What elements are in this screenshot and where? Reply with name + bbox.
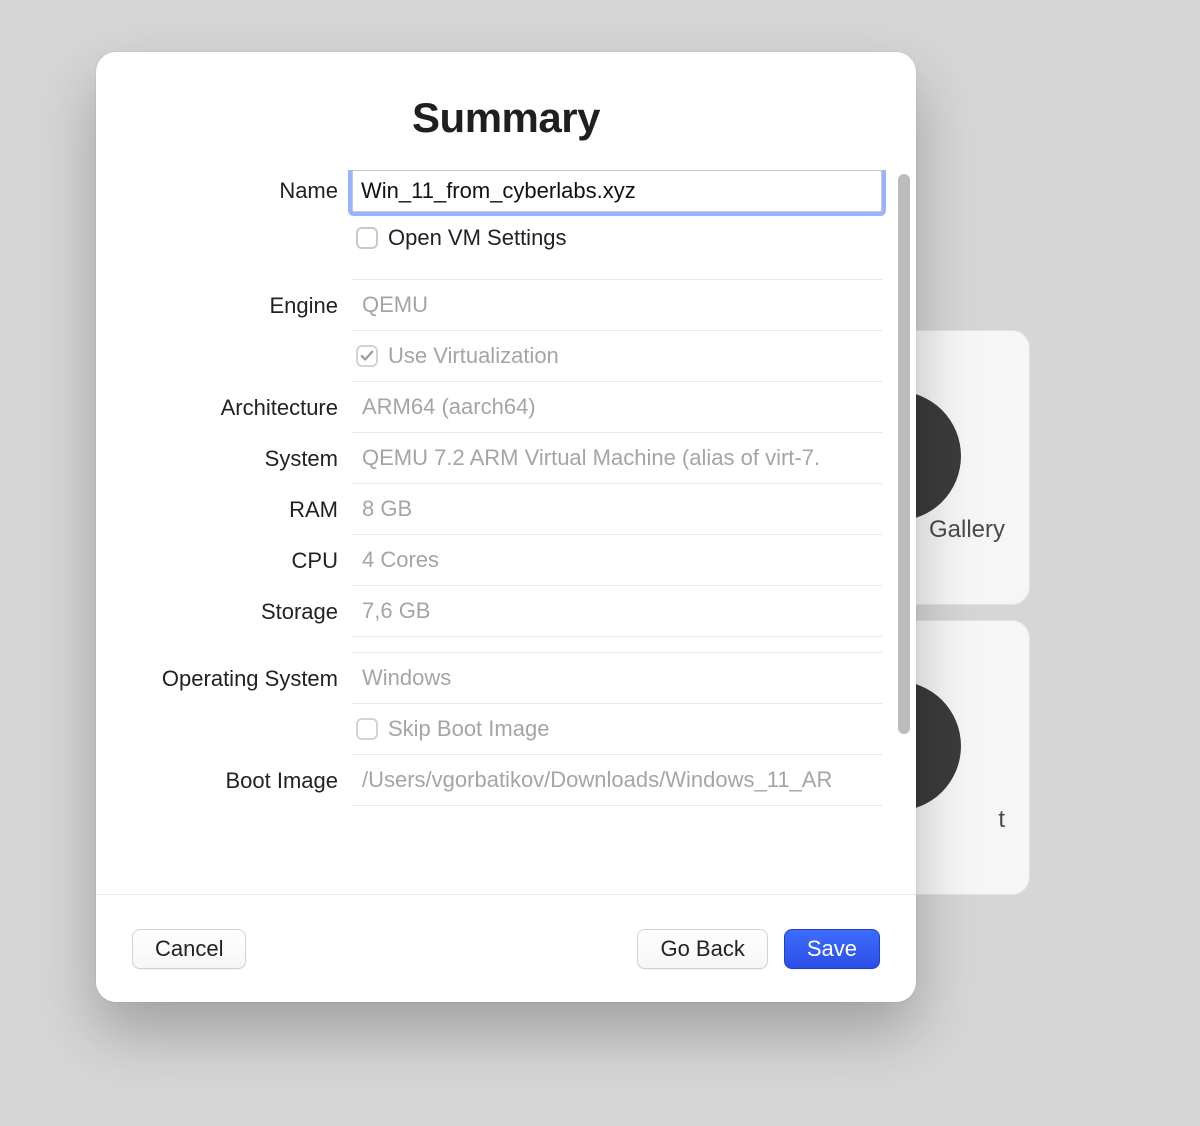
save-button[interactable]: Save bbox=[784, 929, 880, 969]
label-cpu: CPU bbox=[120, 535, 352, 586]
name-input[interactable] bbox=[352, 170, 882, 212]
use-virtualization-checkbox bbox=[356, 345, 378, 367]
cpu-value: 4 Cores bbox=[352, 534, 882, 586]
label-system: System bbox=[120, 433, 352, 484]
summary-form: Name Open VM Settings bbox=[120, 170, 896, 825]
boot-image-value: /Users/vgorbatikov/Downloads/Windows_11_… bbox=[352, 754, 882, 806]
truncated-row bbox=[352, 805, 882, 825]
check-icon bbox=[360, 349, 374, 363]
system-value: QEMU 7.2 ARM Virtual Machine (alias of v… bbox=[352, 432, 882, 484]
summary-sheet: Summary Name Open VM Settings bbox=[96, 52, 916, 1002]
open-vm-settings-checkbox[interactable] bbox=[356, 227, 378, 249]
gallery-tile-label: Gallery bbox=[929, 516, 1005, 544]
engine-value: QEMU bbox=[352, 279, 882, 331]
ram-value: 8 GB bbox=[352, 483, 882, 535]
label-architecture: Architecture bbox=[120, 382, 352, 433]
go-back-button[interactable]: Go Back bbox=[637, 929, 767, 969]
use-virtualization-label: Use Virtualization bbox=[388, 343, 559, 369]
sheet-footer: Cancel Go Back Save bbox=[96, 894, 916, 1002]
label-boot-image: Boot Image bbox=[120, 755, 352, 806]
gallery-tile-label: t bbox=[998, 806, 1005, 834]
cancel-button[interactable]: Cancel bbox=[132, 929, 246, 969]
form-scroll-area[interactable]: Name Open VM Settings bbox=[96, 170, 916, 894]
use-virtualization-row: Use Virtualization bbox=[352, 330, 882, 382]
label-storage: Storage bbox=[120, 586, 352, 637]
skip-boot-image-checkbox bbox=[356, 718, 378, 740]
label-ram: RAM bbox=[120, 484, 352, 535]
open-vm-settings-label: Open VM Settings bbox=[388, 225, 567, 251]
label-name: Name bbox=[120, 170, 352, 212]
skip-boot-image-label: Skip Boot Image bbox=[388, 716, 549, 742]
storage-value: 7,6 GB bbox=[352, 585, 882, 637]
open-vm-settings-row[interactable]: Open VM Settings bbox=[352, 212, 882, 264]
label-engine: Engine bbox=[120, 280, 352, 331]
os-value: Windows bbox=[352, 652, 882, 704]
sheet-title: Summary bbox=[96, 94, 916, 142]
skip-boot-image-row: Skip Boot Image bbox=[352, 703, 882, 755]
architecture-value: ARM64 (aarch64) bbox=[352, 381, 882, 433]
label-os: Operating System bbox=[120, 653, 352, 704]
scrollbar-thumb[interactable] bbox=[898, 174, 910, 734]
